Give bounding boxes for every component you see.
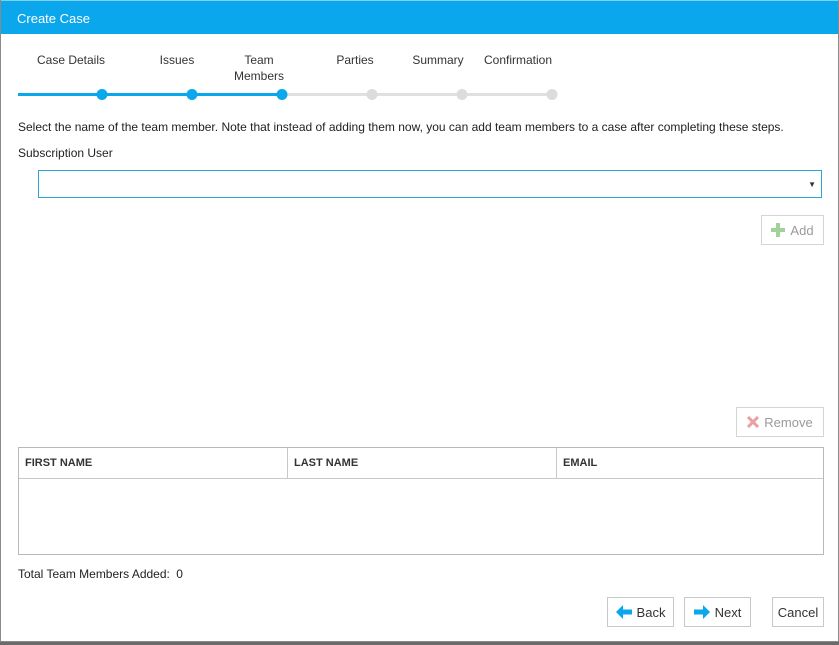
step-dot-team-members: [276, 89, 288, 100]
step-dot-case-details: [96, 89, 108, 100]
back-button-label: Back: [636, 604, 666, 620]
step-dot-parties: [366, 89, 378, 100]
total-label: Total Team Members Added:: [18, 567, 170, 581]
step-label-confirmation: Confirmation: [483, 53, 553, 67]
stepper-remaining-track: [283, 93, 553, 96]
close-icon: [747, 416, 760, 428]
column-header-first-name[interactable]: FIRST NAME: [19, 448, 287, 478]
team-members-table: FIRST NAME LAST NAME EMAIL: [18, 447, 824, 555]
next-button-label: Next: [714, 604, 742, 620]
step-dot-confirmation: [546, 89, 558, 100]
plus-icon: [771, 223, 786, 237]
table-body: [19, 479, 823, 554]
step-label-team-members: Team Members: [233, 53, 285, 83]
step-label-parties: Parties: [336, 53, 374, 67]
back-button[interactable]: Back: [607, 597, 674, 627]
chevron-down-icon[interactable]: ▼: [808, 180, 816, 189]
subscription-user-dropdown[interactable]: ▼: [38, 170, 822, 198]
table-header: FIRST NAME LAST NAME EMAIL: [19, 448, 823, 479]
dialog-title: Create Case: [17, 11, 90, 26]
title-bar: Create Case: [1, 0, 838, 34]
stepper-progress-track: [18, 93, 283, 96]
remove-button[interactable]: Remove: [736, 407, 824, 437]
total-count: 0: [176, 567, 183, 581]
step-dot-summary: [456, 89, 468, 100]
next-button[interactable]: Next: [684, 597, 751, 627]
create-case-dialog: Create Case Case Details Issues Team Mem…: [0, 0, 839, 642]
instruction-text: Select the name of the team member. Note…: [18, 120, 784, 134]
arrow-right-icon: [693, 605, 710, 619]
step-label-summary: Summary: [412, 53, 464, 67]
column-header-email[interactable]: EMAIL: [556, 448, 823, 478]
add-button-label: Add: [790, 222, 814, 238]
remove-button-label: Remove: [764, 414, 813, 430]
column-header-last-name[interactable]: LAST NAME: [287, 448, 556, 478]
cancel-button-label: Cancel: [777, 604, 819, 620]
step-label-issues: Issues: [159, 53, 195, 67]
arrow-left-icon: [615, 605, 632, 619]
add-button[interactable]: Add: [761, 215, 824, 245]
subscription-user-label: Subscription User: [18, 146, 113, 160]
cancel-button[interactable]: Cancel: [772, 597, 824, 627]
step-dot-issues: [186, 89, 198, 100]
step-label-case-details: Case Details: [36, 53, 106, 67]
total-team-members: Total Team Members Added: 0: [18, 567, 183, 581]
